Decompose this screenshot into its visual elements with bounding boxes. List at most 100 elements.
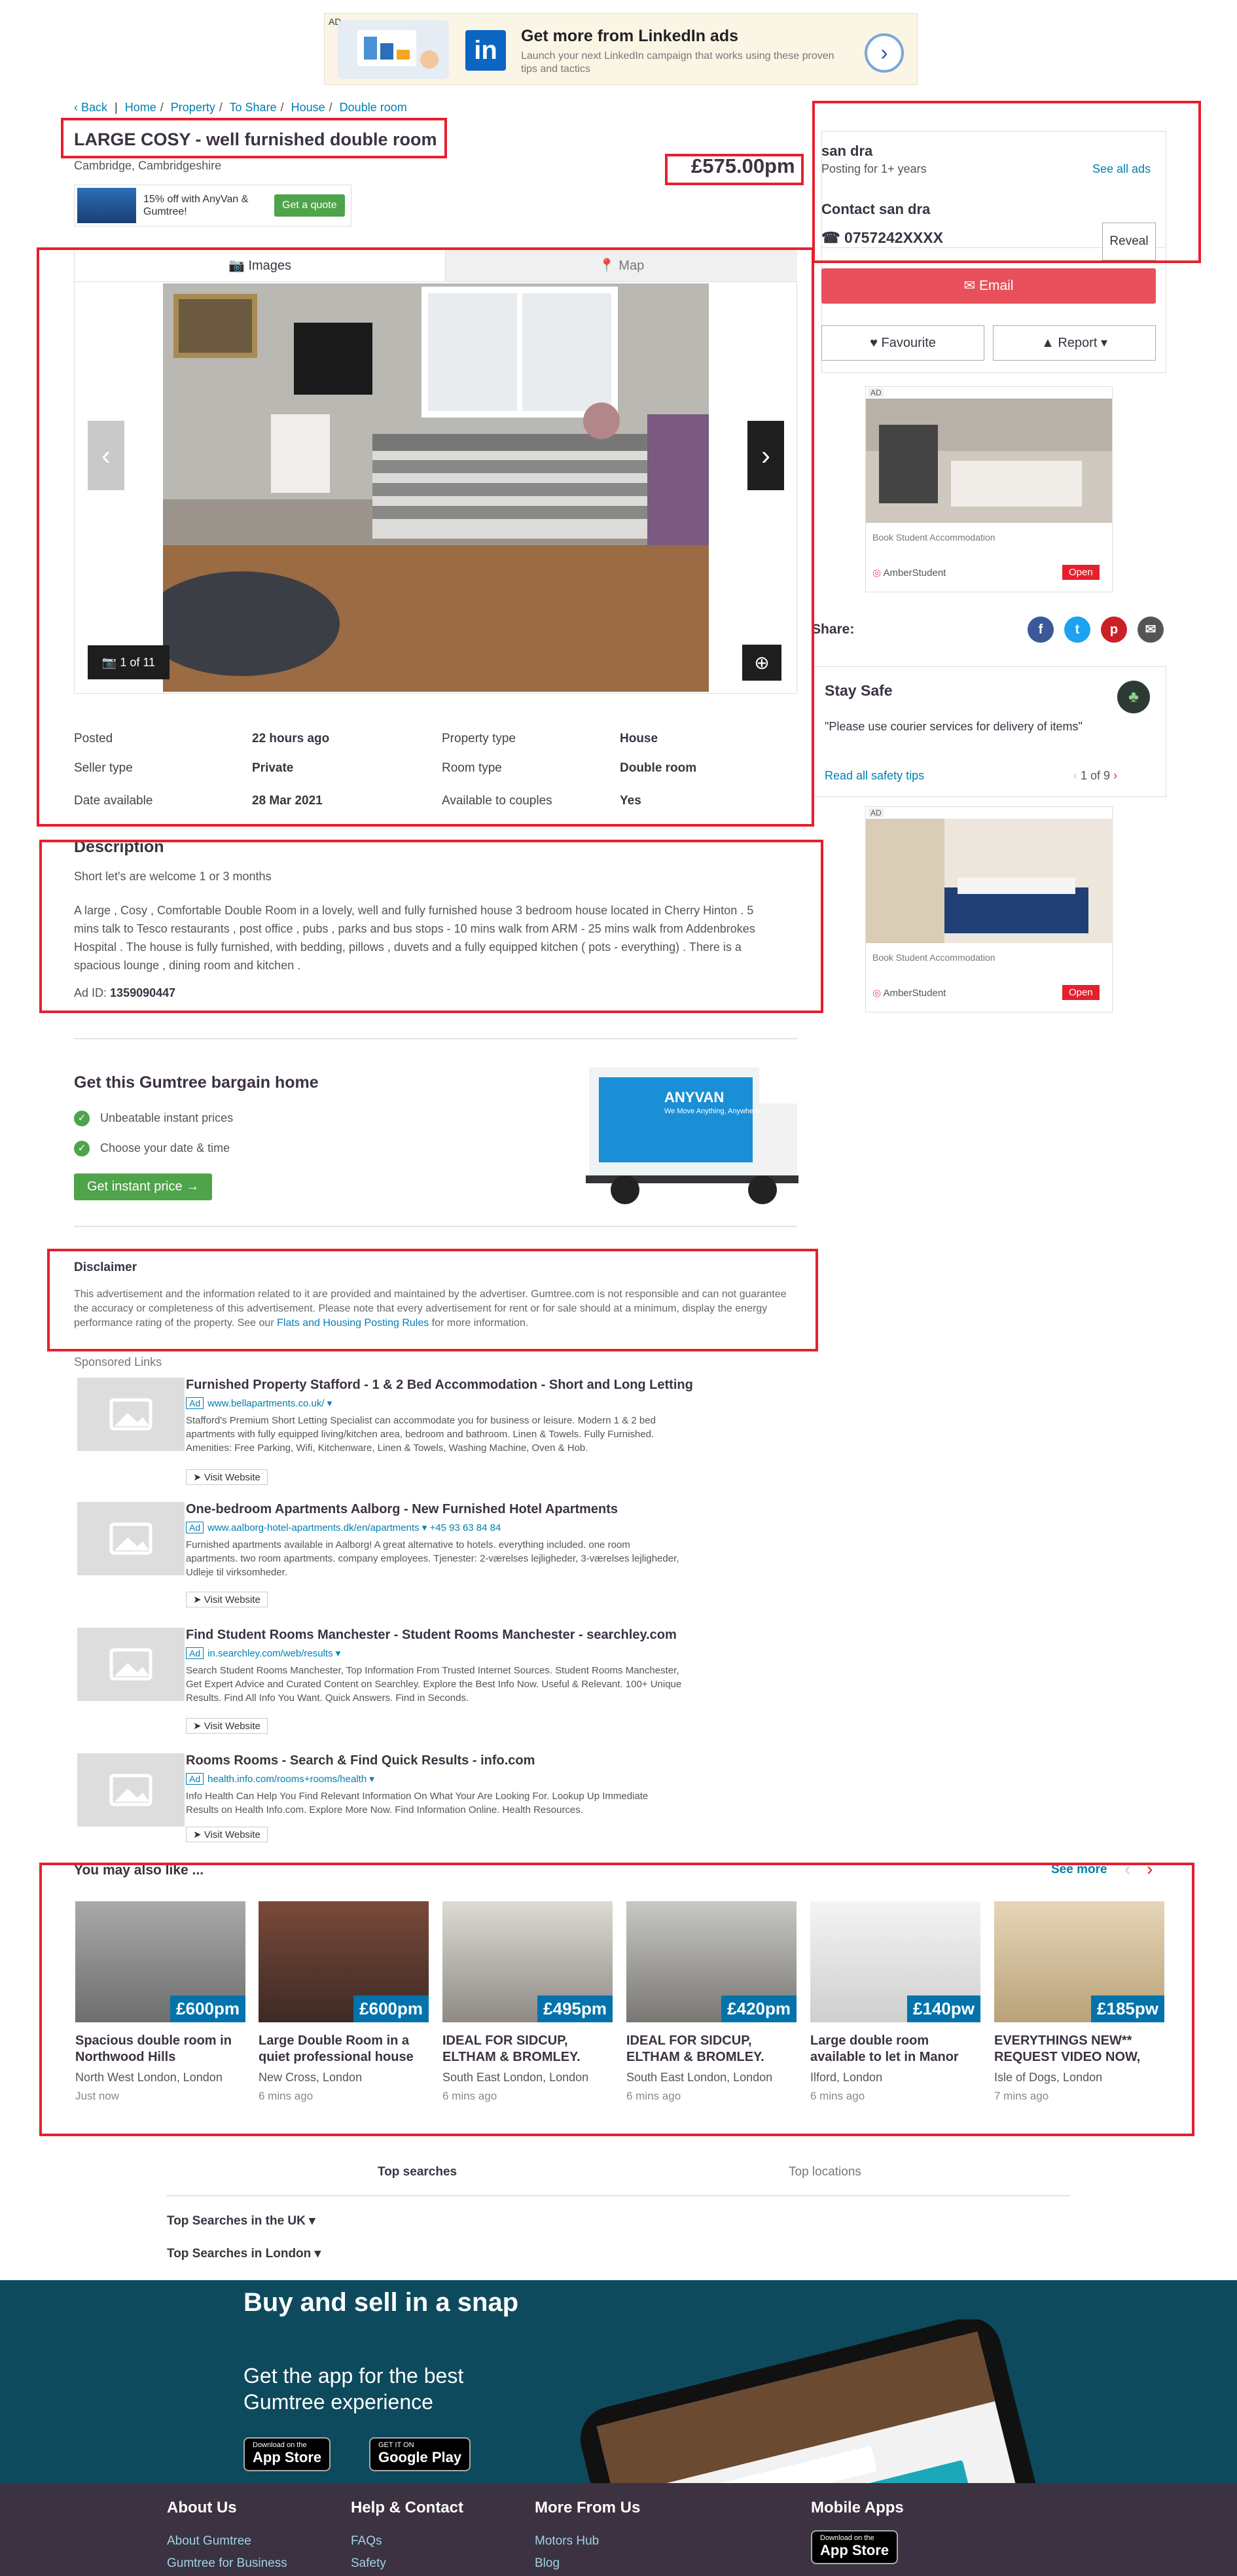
footer-heading: Help & Contact: [351, 2499, 464, 2516]
similar-listing-card[interactable]: £600pm Spacious double room in Northwood…: [75, 1901, 245, 2103]
tab-images[interactable]: 📷 Images: [75, 249, 446, 282]
footer-link[interactable]: Gumtree for Business: [167, 2556, 287, 2571]
footer-link[interactable]: FAQs: [351, 2534, 382, 2549]
card-time: 6 mins ago: [810, 2090, 865, 2102]
sponsored-item[interactable]: Rooms Rooms - Search & Find Quick Result…: [77, 1753, 732, 1851]
visit-website-button[interactable]: ➤ Visit Website: [186, 1718, 268, 1734]
footer-link[interactable]: Blog: [535, 2556, 560, 2571]
footer-heading: Mobile Apps: [811, 2499, 904, 2516]
side-ad-open-button[interactable]: Open: [1062, 565, 1100, 580]
tab-map[interactable]: 📍 Map: [446, 249, 797, 282]
favourite-button[interactable]: ♥ Favourite: [821, 325, 984, 361]
card-price: £600pm: [170, 1995, 245, 2022]
report-button[interactable]: ▲ Report ▾: [993, 325, 1156, 361]
chevron-right-icon[interactable]: ›: [1113, 769, 1117, 782]
sponsored-url[interactable]: Ad health.info.com/rooms+rooms/health ▾: [186, 1773, 374, 1785]
see-more-link[interactable]: See more: [1051, 1863, 1107, 1877]
sponsored-desc: Stafford's Premium Short Letting Special…: [186, 1415, 656, 1454]
card-image: £185pw: [994, 1901, 1164, 2022]
reveal-button[interactable]: Reveal: [1102, 223, 1156, 260]
card-title[interactable]: IDEAL FOR SIDCUP, ELTHAM & BROMLEY.: [626, 2033, 797, 2066]
card-location: North West London, London: [75, 2071, 223, 2084]
pinterest-icon[interactable]: p: [1101, 617, 1127, 643]
sponsored-url[interactable]: Ad www.aalborg-hotel-apartments.dk/en/apa…: [186, 1522, 501, 1533]
anyvan-promo[interactable]: 15% off with AnyVan & Gumtree! Get a quo…: [74, 185, 351, 226]
sponsored-url[interactable]: Ad www.bellapartments.co.uk/ ▾: [186, 1397, 332, 1409]
card-title[interactable]: Spacious double room in Northwood Hills: [75, 2033, 245, 2066]
get-instant-price-button[interactable]: Get instant price →: [74, 1173, 213, 1200]
email-share-icon[interactable]: ✉: [1138, 617, 1164, 643]
sponsored-title[interactable]: Find Student Rooms Manchester - Student …: [186, 1628, 677, 1643]
card-time: 6 mins ago: [442, 2090, 497, 2102]
twitter-icon[interactable]: t: [1064, 617, 1090, 643]
ad-go-arrow-icon[interactable]: ›: [865, 33, 904, 73]
breadcrumb-house[interactable]: House: [291, 101, 325, 114]
visit-website-button[interactable]: ➤ Visit Website: [186, 1827, 268, 1842]
next-image-button[interactable]: ›: [747, 421, 784, 490]
similar-listing-card[interactable]: £495pm IDEAL FOR SIDCUP, ELTHAM & BROMLE…: [442, 1901, 613, 2103]
carousel-next-icon[interactable]: ›: [1147, 1859, 1153, 1880]
visit-website-button[interactable]: ➤ Visit Website: [186, 1592, 268, 1607]
facebook-icon[interactable]: f: [1028, 617, 1054, 643]
card-location: Ilford, London: [810, 2071, 883, 2084]
chevron-left-icon[interactable]: ‹: [1073, 769, 1077, 782]
footer-link[interactable]: Safety: [351, 2556, 386, 2571]
attr-value: 22 hours ago: [252, 732, 330, 745]
safety-tips-link[interactable]: Read all safety tips: [825, 769, 924, 783]
posting-rules-link[interactable]: Flats and Housing Posting Rules: [277, 1317, 429, 1329]
shield-icon: ♣: [1117, 681, 1150, 713]
tab-top-locations[interactable]: Top locations: [789, 2165, 861, 2179]
email-button[interactable]: ✉ Email: [821, 268, 1156, 304]
card-title[interactable]: Large Double Room in a quiet professiona…: [259, 2033, 429, 2066]
side-ad-open-button[interactable]: Open: [1062, 985, 1100, 1000]
side-ad[interactable]: AD Book Student Accommodation ◎ AmberStu…: [865, 386, 1113, 592]
sponsored-item[interactable]: Find Student Rooms Manchester - Student …: [77, 1628, 732, 1739]
sponsored-item[interactable]: Furnished Property Stafford - 1 & 2 Bed …: [77, 1378, 732, 1489]
app-store-badge[interactable]: Download on the App Store: [243, 2437, 331, 2471]
app-store-badge[interactable]: Download on the App Store: [811, 2530, 899, 2564]
side-ad-brand: ◎ AmberStudent: [872, 988, 946, 999]
breadcrumb-double-room[interactable]: Double room: [340, 101, 407, 114]
similar-listing-card[interactable]: £420pm IDEAL FOR SIDCUP, ELTHAM & BROMLE…: [626, 1901, 797, 2103]
attr-label: Property type: [442, 732, 516, 745]
prev-image-button[interactable]: ‹: [88, 421, 124, 490]
breadcrumb-home[interactable]: Home: [125, 101, 156, 114]
carousel-prev-icon[interactable]: ‹: [1124, 1859, 1130, 1880]
top-searches-london-toggle[interactable]: Top Searches in London ▾: [167, 2246, 321, 2261]
sponsored-title[interactable]: Rooms Rooms - Search & Find Quick Result…: [186, 1753, 535, 1768]
app-promo-heading: Buy and sell in a snap: [243, 2288, 519, 2317]
sponsored-url[interactable]: Ad in.searchley.com/web/results ▾: [186, 1647, 340, 1659]
back-link[interactable]: ‹ Back: [74, 101, 107, 114]
google-play-badge[interactable]: GET IT ON Google Play: [369, 2437, 471, 2471]
attr-value: Private: [252, 761, 294, 775]
top-searches-uk-toggle[interactable]: Top Searches in the UK ▾: [167, 2213, 315, 2228]
card-image: £420pm: [626, 1901, 797, 2022]
card-title[interactable]: Large double room available to let in Ma…: [810, 2033, 980, 2066]
similar-listing-card[interactable]: £185pw EVERYTHINGS NEW** REQUEST VIDEO N…: [994, 1901, 1164, 2103]
top-banner-ad[interactable]: AD in Get more from LinkedIn ads Launch …: [324, 13, 918, 85]
similar-listing-card[interactable]: £600pm Large Double Room in a quiet prof…: [259, 1901, 429, 2103]
side-ad[interactable]: AD Book Student Accommodation ◎ AmberStu…: [865, 806, 1113, 1012]
listing-photo[interactable]: [163, 283, 709, 692]
ad-headline[interactable]: Get more from LinkedIn ads: [521, 27, 738, 46]
footer-link[interactable]: About Gumtree: [167, 2534, 251, 2549]
breadcrumb-to-share[interactable]: To Share: [230, 101, 277, 114]
sponsored-item[interactable]: One-bedroom Apartments Aalborg - New Fur…: [77, 1502, 732, 1613]
sponsored-desc: Search Student Rooms Manchester, Top Inf…: [186, 1665, 682, 1704]
see-all-ads-link[interactable]: See all ads: [1092, 162, 1151, 176]
attr-label: Available to couples: [442, 794, 552, 808]
get-quote-button[interactable]: Get a quote: [274, 194, 345, 217]
card-title[interactable]: EVERYTHINGS NEW** REQUEST VIDEO NOW,: [994, 2033, 1164, 2066]
breadcrumb-property[interactable]: Property: [171, 101, 215, 114]
footer-link[interactable]: Motors Hub: [535, 2534, 599, 2549]
visit-website-button[interactable]: ➤ Visit Website: [186, 1469, 268, 1485]
tab-top-searches[interactable]: Top searches: [378, 2165, 457, 2179]
seller-name[interactable]: san dra: [821, 143, 872, 160]
zoom-icon[interactable]: ⊕: [742, 645, 781, 681]
sponsored-title[interactable]: One-bedroom Apartments Aalborg - New Fur…: [186, 1502, 618, 1517]
attr-label: Posted: [74, 732, 113, 745]
card-title[interactable]: IDEAL FOR SIDCUP, ELTHAM & BROMLEY.: [442, 2033, 613, 2066]
sponsored-title[interactable]: Furnished Property Stafford - 1 & 2 Bed …: [186, 1378, 693, 1393]
footer-heading: About Us: [167, 2499, 237, 2516]
similar-listing-card[interactable]: £140pw Large double room available to le…: [810, 1901, 980, 2103]
